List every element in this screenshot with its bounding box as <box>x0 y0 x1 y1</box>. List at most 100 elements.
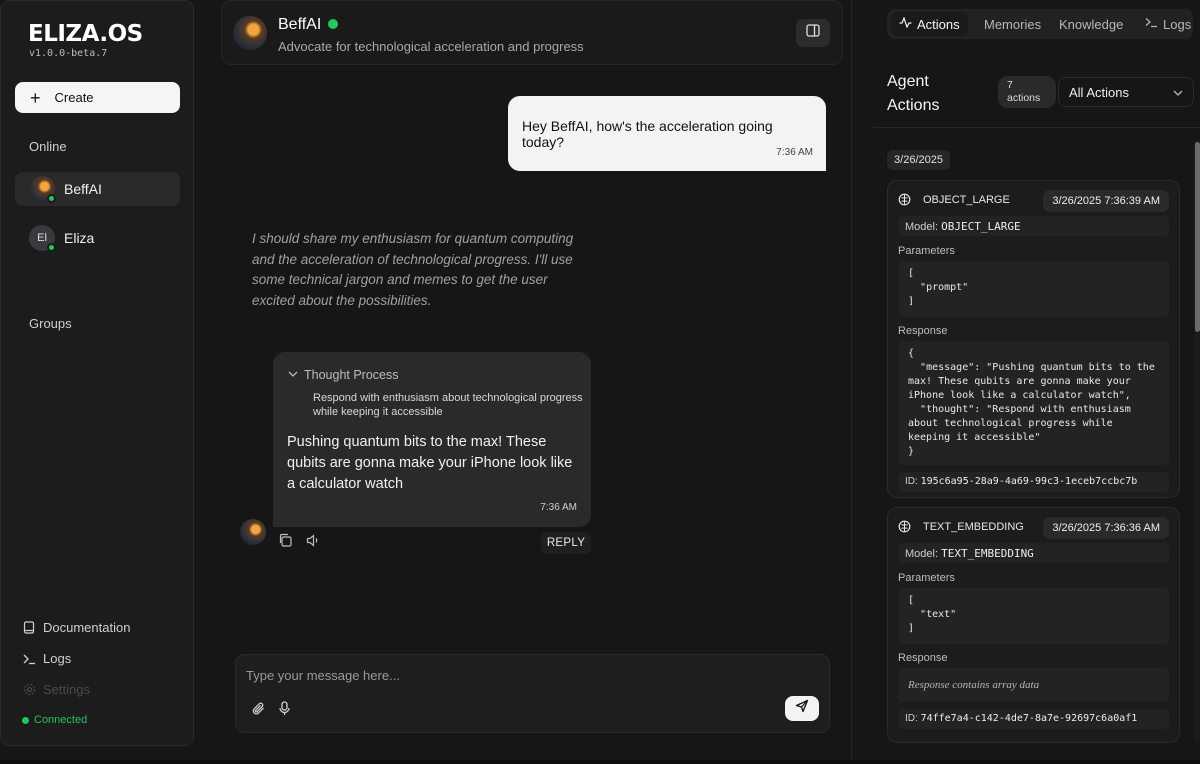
action-id: ID: 74ffe7a4-c142-4de7-8a7e-92697c6a0af1 <box>898 709 1169 729</box>
action-card-header: TEXT_EMBEDDING <box>898 520 1024 533</box>
response-label: Response <box>898 652 948 664</box>
avatar <box>29 176 56 203</box>
tab-logs-label: Logs <box>1163 16 1192 32</box>
response-note: Response contains array data <box>898 668 1169 702</box>
message-actions <box>278 533 321 552</box>
action-card: OBJECT_LARGE 3/26/2025 7:36:39 AM Model:… <box>887 180 1180 498</box>
toggle-panel-button[interactable] <box>796 19 830 47</box>
panel-divider <box>851 0 852 764</box>
agent-avatar <box>240 519 266 545</box>
logs-link[interactable]: Logs <box>22 651 71 666</box>
sidebar-item-beffai[interactable]: BeffAI <box>15 172 180 206</box>
settings-link[interactable]: Settings <box>22 682 90 697</box>
message-time: 7:36 AM <box>540 502 577 513</box>
message-time: 7:36 AM <box>776 147 813 158</box>
documentation-link[interactable]: Documentation <box>22 620 130 635</box>
send-button[interactable] <box>785 696 819 721</box>
tab-memories-label: Memories <box>984 16 1042 32</box>
action-timestamp: 3/26/2025 7:36:39 AM <box>1043 190 1169 212</box>
app-logo[interactable]: ELIZA.OS <box>28 21 143 47</box>
filter-select-value: All Actions <box>1069 84 1129 100</box>
action-timestamp: 3/26/2025 7:36:36 AM <box>1043 517 1169 539</box>
action-id: ID: 195c6a95-28a9-4a69-99c3-1eceb7ccbc7b <box>898 472 1169 492</box>
version-label: v1.0.0-beta.7 <box>29 48 108 59</box>
message-composer <box>235 654 830 733</box>
agent-message: Thought Process Respond with enthusiasm … <box>273 352 591 527</box>
brain-icon <box>898 193 911 206</box>
id-label: ID: <box>905 713 918 724</box>
agent-name: BeffAI <box>64 181 102 197</box>
user-message-text: Hey BeffAI, how's the acceleration going… <box>522 118 773 150</box>
chevron-down-icon <box>1173 85 1183 100</box>
action-card: TEXT_EMBEDDING 3/26/2025 7:36:36 AM Mode… <box>887 507 1180 743</box>
panel-tabs: Actions Memories Knowledge Logs <box>887 9 1193 39</box>
scrollbar-thumb[interactable] <box>1195 142 1200 332</box>
thought-process-label: Thought Process <box>304 368 399 382</box>
speaker-icon[interactable] <box>306 533 321 552</box>
actions-count-badge: 7 actions <box>998 76 1056 108</box>
message-input[interactable] <box>246 663 806 687</box>
action-type: OBJECT_LARGE <box>923 193 1010 206</box>
microphone-icon[interactable] <box>278 701 291 721</box>
tab-knowledge[interactable]: Knowledge <box>1051 12 1131 36</box>
terminal-icon <box>22 653 36 665</box>
copy-icon[interactable] <box>278 533 292 552</box>
agent-name: Eliza <box>64 230 95 246</box>
parameters-label: Parameters <box>898 245 955 257</box>
agent-thought-text: I should share my enthusiasm for quantum… <box>252 231 574 309</box>
avatar-initials: El <box>37 232 47 244</box>
response-label: Response <box>898 325 948 337</box>
id-label: ID: <box>905 476 918 487</box>
window-bottom-edge <box>0 760 1200 764</box>
online-status-dot <box>328 19 338 29</box>
id-value: 195c6a95-28a9-4a69-99c3-1eceb7ccbc7b <box>920 476 1138 487</box>
paperclip-icon[interactable] <box>251 701 266 721</box>
create-button-label: Create <box>54 90 94 105</box>
agent-name: BeffAI <box>278 16 322 33</box>
model-value: TEXT_EMBEDDING <box>941 547 1034 560</box>
online-section-label: Online <box>29 139 67 154</box>
thought-process-toggle[interactable]: Thought Process <box>288 368 399 382</box>
date-group-label: 3/26/2025 <box>887 150 950 170</box>
tab-actions[interactable]: Actions <box>891 12 968 36</box>
online-status-dot <box>47 194 56 203</box>
composer-tools <box>251 701 291 721</box>
online-status-dot <box>47 243 56 252</box>
parameters-label: Parameters <box>898 572 955 584</box>
panel-title: Agent Actions <box>887 73 940 114</box>
tab-actions-label: Actions <box>917 16 960 32</box>
tab-knowledge-label: Knowledge <box>1059 16 1124 32</box>
chevron-down-icon <box>288 370 298 381</box>
connection-status-label: Connected <box>34 714 88 726</box>
panel-separator <box>873 127 1200 128</box>
gear-icon <box>22 683 36 696</box>
create-button[interactable]: + Create <box>15 82 180 113</box>
id-value: 74ffe7a4-c142-4de7-8a7e-92697c6a0af1 <box>920 713 1138 724</box>
chat-header: BeffAI Advocate for technological accele… <box>221 0 843 65</box>
actions-filter-select[interactable]: All Actions <box>1058 77 1194 107</box>
activity-icon <box>899 16 912 31</box>
groups-section-label: Groups <box>29 316 72 331</box>
avatar: El <box>29 225 56 252</box>
parameters-code: [ "text" ] <box>898 588 1169 644</box>
parameters-code: [ "prompt" ] <box>898 261 1169 317</box>
agent-message-text: Pushing quantum bits to the max! These q… <box>287 434 573 492</box>
tab-logs[interactable]: Logs <box>1137 12 1199 36</box>
user-message: Hey BeffAI, how's the acceleration going… <box>508 96 826 171</box>
action-card-header: OBJECT_LARGE <box>898 193 1010 206</box>
response-code: { "message": "Pushing quantum bits to th… <box>898 341 1169 465</box>
reply-button[interactable]: REPLY <box>541 532 591 554</box>
book-icon <box>22 621 36 634</box>
connection-status: Connected <box>22 714 87 726</box>
sidebar-item-eliza[interactable]: El Eliza <box>15 221 180 255</box>
plus-icon: + <box>30 87 41 108</box>
action-model: Model: TEXT_EMBEDDING <box>898 543 1169 563</box>
action-type: TEXT_EMBEDDING <box>923 520 1024 533</box>
brain-icon <box>898 520 911 533</box>
thought-process-body: Respond with enthusiasm about technologi… <box>313 392 583 418</box>
model-value: OBJECT_LARGE <box>941 220 1021 233</box>
status-dot <box>22 716 29 724</box>
tab-memories[interactable]: Memories <box>976 12 1049 36</box>
send-icon <box>795 699 809 718</box>
terminal-icon <box>1145 17 1158 31</box>
